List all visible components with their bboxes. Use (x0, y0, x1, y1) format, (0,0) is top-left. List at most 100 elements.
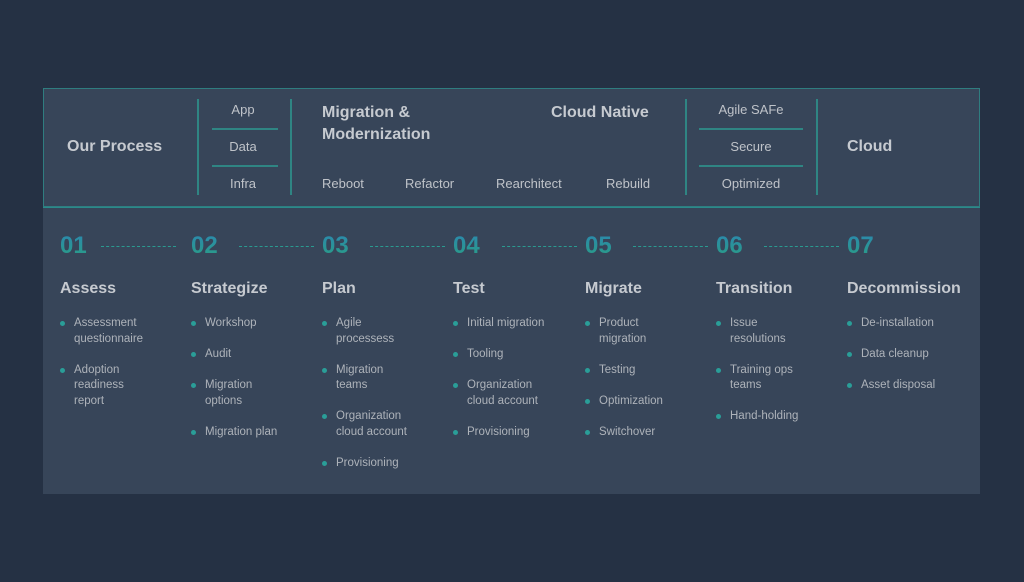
stage-number: 02 (191, 230, 321, 262)
stage-item-text: Assessment questionnaire (74, 317, 144, 345)
bullet-dot-icon (322, 414, 327, 419)
bullet-dot-icon (716, 367, 721, 373)
stage-02: 02 Strategize Workshop Audit Migration optio… (191, 230, 321, 438)
stage-item-text: Audit (205, 348, 232, 360)
stage-item: Organization cloud account (322, 409, 417, 440)
quality-secure: Secure (730, 139, 772, 154)
stage-item: Provisioning (322, 456, 417, 472)
stage-item-text: Testing (599, 363, 636, 376)
bullet-dot-icon (191, 352, 196, 357)
layer-infra: Infra (229, 176, 257, 191)
stage-title: Assess (60, 280, 117, 297)
stage-item: Agile processess (322, 316, 417, 347)
bullet-dot-icon (191, 383, 196, 388)
cloud-title: Cloud (847, 138, 893, 155)
bullet-dot-icon (453, 383, 458, 388)
stage-item-text: Adoption readiness report (74, 363, 124, 407)
stage-item-list: Assessment questionnaire Adoption readine… (60, 316, 155, 425)
stage-item: Provisioning (453, 425, 548, 441)
stage-number: 01 (60, 230, 190, 262)
migration-title-line2: Modernization (322, 126, 431, 143)
stage-title: Test (453, 280, 485, 297)
stage-item: Tooling (453, 347, 548, 363)
strategy-refactor: Refactor (405, 176, 455, 191)
stage-item: Adoption readiness report (60, 363, 155, 410)
stage-item-text: Agile processess (336, 317, 395, 345)
stage-item: Organization cloud account (453, 378, 548, 409)
stage-item-text: Training ops teams (730, 363, 793, 392)
bullet-dot-icon (716, 321, 721, 326)
stage-item: Optimization (585, 394, 680, 410)
divider (699, 128, 803, 130)
stage-item-text: Product migration (599, 317, 647, 345)
stage-item-list: Initial migration Tooling Organization clo… (453, 316, 548, 456)
bullet-dot-icon (60, 367, 65, 373)
layer-data: Data (229, 139, 257, 154)
bullet-dot-icon (60, 321, 65, 326)
stage-item-text: Workshop (205, 317, 257, 329)
bullet-dot-icon (191, 321, 196, 326)
cloud-native-title: Cloud Native (551, 104, 649, 121)
stage-item-text: Migration teams (336, 363, 384, 392)
stage-title: Decommission (847, 280, 961, 297)
bullet-dot-icon (847, 321, 852, 326)
stage-item-text: Provisioning (336, 456, 399, 469)
stage-number: 04 (453, 230, 583, 262)
stage-item: Assessment questionnaire (60, 316, 155, 347)
layer-app: App (231, 102, 255, 117)
quality-agile-safe: Agile SAFe (718, 102, 784, 117)
quality-optimized: Optimized (721, 176, 781, 191)
stage-item: Initial migration (453, 316, 548, 332)
bullet-dot-icon (191, 429, 196, 435)
stage-item: Issue resolutions (716, 316, 811, 347)
stage-title: Transition (716, 280, 793, 297)
stage-title: Plan (322, 280, 356, 297)
stage-item: Training ops teams (716, 363, 811, 394)
bullet-dot-icon (847, 383, 852, 388)
stage-item-list: Workshop Audit Migration options Migration … (191, 316, 286, 456)
divider (699, 165, 803, 167)
stage-title: Strategize (191, 280, 268, 297)
bullet-dot-icon (585, 398, 590, 404)
stage-07: 07 Decommission De-installation Data cleanu… (847, 230, 977, 391)
stage-item: Workshop (191, 316, 286, 332)
stage-item: Testing (585, 363, 680, 379)
stage-item-text: De-installation (861, 317, 934, 329)
divider (290, 99, 292, 195)
bullet-dot-icon (453, 429, 458, 435)
our-process-title: Our Process (67, 138, 163, 155)
migration-title-line1: Migration & (322, 104, 410, 121)
strategy-reboot: Reboot (322, 176, 364, 191)
divider (212, 128, 278, 130)
stage-title: Migrate (585, 280, 642, 297)
stage-item: Switchover (585, 425, 680, 441)
stage-06: 06 Transition Issue resolutions Training op… (716, 230, 846, 422)
bullet-dot-icon (322, 321, 327, 326)
stage-item: Migration plan (191, 425, 286, 441)
bullet-dot-icon (322, 460, 327, 466)
stage-item: Product migration (585, 316, 680, 347)
stage-item-list: Product migration Testing Optimization Swit… (585, 316, 680, 456)
stage-item: De-installation (847, 316, 977, 332)
stage-item-text: Switchover (599, 425, 656, 438)
stage-03: 03 Plan Agile processess Migration teams Org… (322, 230, 452, 469)
stage-number: 05 (585, 230, 715, 262)
stage-item-text: Organization cloud account (467, 379, 538, 407)
stage-item-list: Agile processess Migration teams Organizat… (322, 316, 417, 487)
bullet-dot-icon (847, 352, 852, 357)
stage-item-text: Migration options (205, 379, 253, 407)
stage-01: 01 Assess Assessment questionnaire Adoption… (60, 230, 190, 407)
stage-item: Asset disposal (847, 378, 977, 394)
bullet-dot-icon (585, 321, 590, 326)
stage-item-list: De-installation Data cleanup Asset disposa… (847, 316, 977, 409)
divider (197, 99, 199, 195)
stage-item: Migration options (191, 378, 286, 409)
stage-item-text: Optimization (599, 394, 663, 407)
stage-item-text: Asset disposal (861, 379, 936, 391)
bullet-dot-icon (322, 367, 327, 373)
stage-item-text: Provisioning (467, 425, 530, 438)
stage-item: Hand-holding (716, 409, 811, 425)
stage-item-text: Tooling (467, 348, 504, 360)
strategy-rearchitect: Rearchitect (496, 176, 562, 191)
bullet-dot-icon (453, 321, 458, 326)
